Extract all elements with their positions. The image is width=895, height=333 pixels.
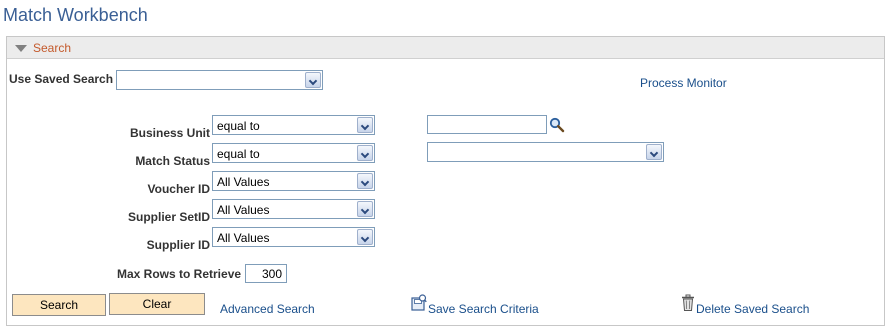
max-rows-input[interactable]: 300 (245, 264, 287, 283)
match-status-value-select[interactable] (427, 142, 664, 162)
chevron-down-icon[interactable] (357, 173, 373, 189)
collapse-triangle-icon[interactable] (15, 45, 27, 52)
voucher-id-operator-select[interactable]: All Values (212, 171, 375, 191)
chevron-down-icon[interactable] (357, 201, 373, 217)
supplier-id-operator-value: All Values (217, 231, 270, 245)
supplier-setid-operator-value: All Values (217, 203, 270, 217)
supplier-setid-operator-select[interactable]: All Values (212, 199, 375, 219)
supplier-id-operator-select[interactable]: All Values (212, 227, 375, 247)
clear-button[interactable]: Clear (109, 293, 205, 315)
business-unit-label: Business Unit (129, 126, 210, 140)
saved-search-label: Use Saved Search (9, 72, 114, 86)
saved-search-select[interactable] (116, 70, 323, 90)
process-monitor-link[interactable]: Process Monitor (640, 76, 727, 90)
chevron-down-icon[interactable] (357, 229, 373, 245)
trash-icon[interactable] (681, 294, 697, 312)
save-criteria-icon[interactable] (411, 294, 427, 312)
chevron-down-icon[interactable] (646, 144, 662, 160)
chevron-down-icon[interactable] (357, 117, 373, 133)
chevron-down-icon[interactable] (305, 72, 321, 88)
max-rows-label: Max Rows to Retrieve (117, 267, 242, 281)
search-panel-header[interactable] (7, 37, 884, 59)
business-unit-input[interactable] (427, 115, 547, 134)
max-rows-value: 300 (261, 267, 282, 281)
match-status-operator-select[interactable]: equal to (212, 143, 375, 163)
voucher-id-operator-value: All Values (217, 175, 270, 189)
delete-saved-search-link[interactable]: Delete Saved Search (696, 302, 809, 316)
match-status-label: Match Status (135, 154, 210, 168)
page-title: Match Workbench (3, 5, 148, 25)
voucher-id-label: Voucher ID (147, 182, 210, 196)
chevron-down-icon[interactable] (357, 145, 373, 161)
advanced-search-link[interactable]: Advanced Search (220, 302, 315, 316)
lookup-magnifier-icon[interactable] (549, 117, 565, 133)
supplier-setid-label: Supplier SetID (127, 210, 210, 224)
search-button[interactable]: Search (12, 294, 106, 316)
business-unit-operator-value: equal to (217, 119, 260, 133)
save-search-criteria-link[interactable]: Save Search Criteria (428, 302, 539, 316)
supplier-id-label: Supplier ID (146, 238, 210, 252)
match-status-operator-value: equal to (217, 147, 260, 161)
search-panel-title[interactable]: Search (33, 41, 71, 55)
business-unit-operator-select[interactable]: equal to (212, 115, 375, 135)
